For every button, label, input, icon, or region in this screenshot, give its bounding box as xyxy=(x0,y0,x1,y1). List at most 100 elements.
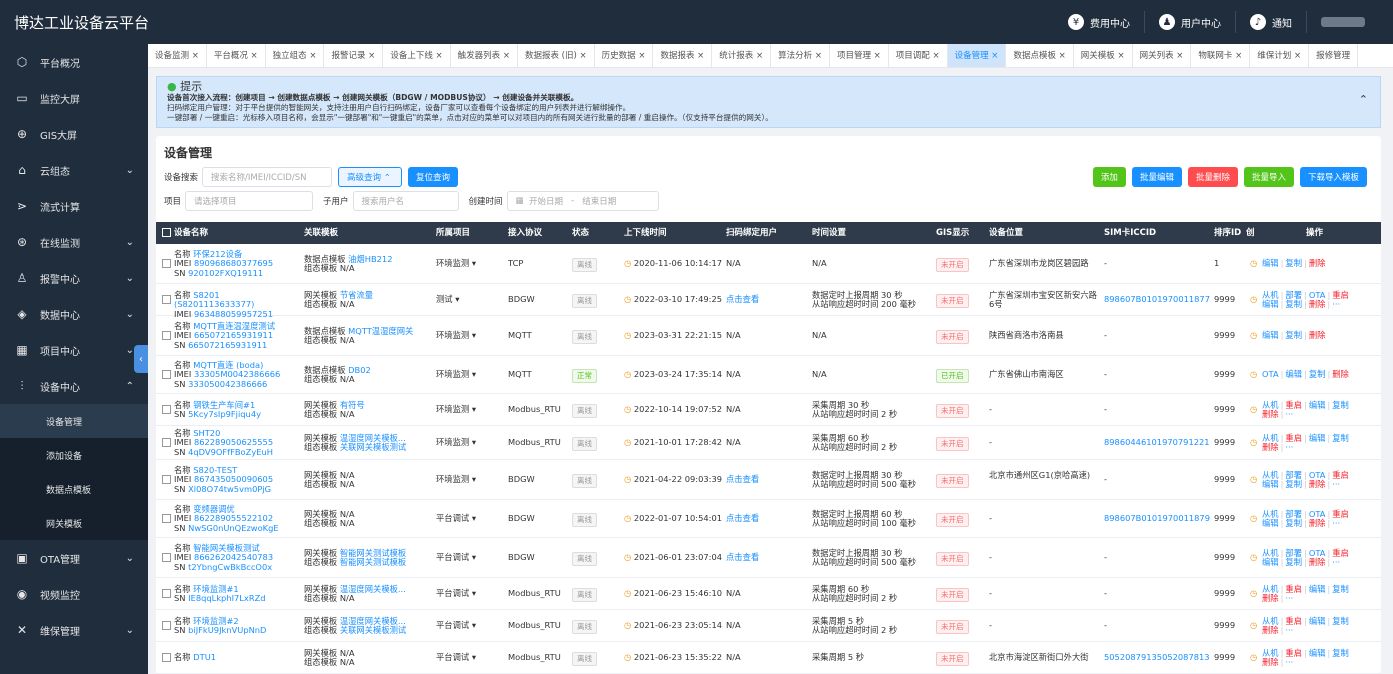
chevron-up-icon[interactable]: ⌃ xyxy=(1359,94,1368,105)
sidebar-sub-2[interactable]: 数据点模板 xyxy=(0,472,148,506)
field-value[interactable]: 665072165931911 xyxy=(194,330,273,341)
project-cell[interactable]: 环境监测 ▾ xyxy=(436,437,476,448)
row-checkbox[interactable] xyxy=(162,438,171,447)
tab-10[interactable]: 算法分析 × xyxy=(771,44,830,67)
bind-user[interactable]: 点击查看 xyxy=(726,294,759,305)
row-checkbox[interactable] xyxy=(162,589,171,598)
project-cell[interactable]: 环境监测 ▾ xyxy=(436,404,476,415)
tab-19[interactable]: 报修管理 xyxy=(1309,44,1359,67)
action-button-3[interactable]: 批量导入 xyxy=(1243,167,1294,187)
op-3[interactable]: 复制 xyxy=(1332,616,1349,626)
tab-0[interactable]: 设备监测 × xyxy=(148,44,207,67)
op-0[interactable]: 从机 xyxy=(1262,433,1279,443)
op-2[interactable]: OTA xyxy=(1309,290,1326,300)
op-4[interactable]: 删除 xyxy=(1262,593,1279,603)
tab-1[interactable]: 平台概况 × xyxy=(207,44,266,67)
sidebar-item-2[interactable]: ⊕ GIS大屏 xyxy=(0,116,148,152)
sidebar-item-5[interactable]: ⊛ 在线监测 ⌄ xyxy=(0,224,148,260)
reset-button[interactable]: 复位查询 xyxy=(408,167,459,187)
project-cell[interactable]: 平台调试 ▾ xyxy=(436,588,476,599)
tab-2[interactable]: 独立组态 × xyxy=(266,44,325,67)
project-cell[interactable]: 平台调试 ▾ xyxy=(436,513,476,524)
op-3[interactable]: 复制 xyxy=(1332,433,1349,443)
op-3[interactable]: 重启 xyxy=(1332,290,1349,300)
field-value[interactable]: 节省流量 xyxy=(340,290,373,300)
tab-11[interactable]: 项目管理 × xyxy=(830,44,889,67)
field-value[interactable]: 有符号 xyxy=(340,400,365,410)
advanced-search-button[interactable]: 高级查询 ⌃ xyxy=(338,167,403,187)
bind-user[interactable]: 点击查看 xyxy=(726,513,759,524)
field-value[interactable]: 33305M0042386666 xyxy=(194,369,280,380)
op-0[interactable]: 从机 xyxy=(1262,470,1279,480)
op-5[interactable]: ··· xyxy=(1285,625,1293,635)
op-0[interactable]: 编辑 xyxy=(1262,330,1279,341)
op-4[interactable]: 编辑 xyxy=(1262,479,1279,489)
op-3[interactable]: 重启 xyxy=(1332,509,1349,519)
field-value[interactable]: DB02 xyxy=(348,365,371,375)
field-value[interactable]: 862289050625555 xyxy=(194,437,273,448)
op-2[interactable]: 删除 xyxy=(1309,258,1326,269)
field-value[interactable]: 920102FXQ19111 xyxy=(188,268,263,278)
op-4[interactable]: 删除 xyxy=(1262,409,1279,419)
sim-cell[interactable]: 89860446101970791221 xyxy=(1104,437,1210,448)
field-value[interactable]: S820-TEST xyxy=(193,465,237,475)
op-5[interactable]: ··· xyxy=(1285,409,1293,419)
field-value[interactable]: 环保212设备 xyxy=(193,249,242,259)
row-checkbox[interactable] xyxy=(162,621,171,630)
sidebar-bottom-1[interactable]: ◉ 视频监控 xyxy=(0,576,148,612)
op-5[interactable]: ··· xyxy=(1285,657,1293,667)
op-0[interactable]: 从机 xyxy=(1262,400,1279,410)
op-6[interactable]: 删除 xyxy=(1309,299,1326,309)
sim-cell[interactable]: 50520879135052087813 xyxy=(1104,652,1210,663)
op-2[interactable]: OTA xyxy=(1309,509,1326,519)
op-0[interactable]: 从机 xyxy=(1262,509,1279,519)
op-2[interactable]: OTA xyxy=(1309,548,1326,558)
op-5[interactable]: 复制 xyxy=(1285,518,1302,528)
op-2[interactable]: 编辑 xyxy=(1309,648,1326,658)
account-menu[interactable] xyxy=(1306,11,1379,33)
sidebar-item-6[interactable]: ♙ 报警中心 ⌄ xyxy=(0,260,148,296)
tab-7[interactable]: 历史数据 × xyxy=(595,44,654,67)
op-0[interactable]: 从机 xyxy=(1262,648,1279,658)
op-2[interactable]: 编辑 xyxy=(1309,616,1326,626)
field-value[interactable]: 智能网关测试模板 xyxy=(340,548,406,558)
sidebar-item-4[interactable]: ⋗ 流式计算 xyxy=(0,188,148,224)
op-2[interactable]: 编辑 xyxy=(1309,400,1326,410)
tab-6[interactable]: 数据报表 (旧) × xyxy=(518,44,595,67)
op-1[interactable]: 部署 xyxy=(1285,470,1302,480)
op-6[interactable]: 删除 xyxy=(1309,479,1326,489)
row-checkbox[interactable] xyxy=(162,405,171,414)
field-value[interactable]: 温湿度网关模板... xyxy=(340,616,406,626)
op-6[interactable]: 删除 xyxy=(1309,518,1326,528)
action-button-1[interactable]: 批量编辑 xyxy=(1131,167,1182,187)
op-4[interactable]: 删除 xyxy=(1262,442,1279,452)
op-2[interactable]: 删除 xyxy=(1309,330,1326,341)
tab-8[interactable]: 数据报表 × xyxy=(653,44,713,67)
field-value[interactable]: SHT20 xyxy=(193,428,220,438)
project-cell[interactable]: 环境监测 ▾ xyxy=(436,369,476,380)
tab-15[interactable]: 网关模板 × xyxy=(1074,44,1133,67)
notice[interactable]: ♪ 通知 xyxy=(1235,11,1306,33)
row-checkbox[interactable] xyxy=(162,259,171,268)
tab-12[interactable]: 项目调配 × xyxy=(889,44,948,67)
field-value[interactable]: 4qDV9OFfFBoZyEuH xyxy=(188,447,273,457)
op-2[interactable]: 复制 xyxy=(1309,369,1326,380)
project-cell[interactable]: 环境监测 ▾ xyxy=(436,330,476,341)
field-value[interactable]: t2YbngCwBkBccO0x xyxy=(188,562,272,572)
op-0[interactable]: 从机 xyxy=(1262,584,1279,594)
project-cell[interactable]: 测试 ▾ xyxy=(436,294,459,305)
collapse-icon[interactable]: ‹ xyxy=(134,345,148,373)
tab-5[interactable]: 触发器列表 × xyxy=(451,44,518,67)
op-1[interactable]: 重启 xyxy=(1285,616,1302,626)
field-value[interactable]: 333050042386666 xyxy=(188,379,267,389)
tab-17[interactable]: 物联网卡 × xyxy=(1191,44,1251,67)
op-7[interactable]: ··· xyxy=(1332,299,1340,309)
op-7[interactable]: ··· xyxy=(1332,518,1340,528)
tab-4[interactable]: 设备上下线 × xyxy=(383,44,451,67)
field-value[interactable]: IE8qqLkphI7LxRZd xyxy=(188,593,265,603)
op-4[interactable]: 删除 xyxy=(1262,625,1279,635)
field-value[interactable]: NwSG0nUnQEzwoKgE xyxy=(188,523,279,533)
op-0[interactable]: 编辑 xyxy=(1262,258,1279,269)
op-5[interactable]: 复制 xyxy=(1285,299,1302,309)
field-value[interactable]: 环境监测#1 xyxy=(193,584,238,594)
